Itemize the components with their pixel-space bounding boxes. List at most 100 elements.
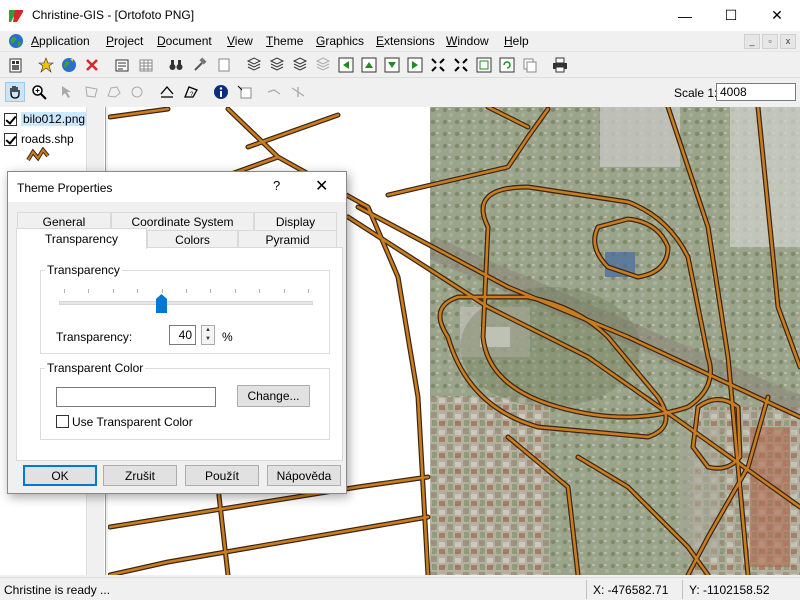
use-transparent-color-label: Use Transparent Color <box>72 415 193 429</box>
delete-theme-button[interactable] <box>82 55 102 75</box>
draw-line-button[interactable] <box>288 82 308 102</box>
zoom-tool-button[interactable] <box>29 82 49 102</box>
move-right-button[interactable] <box>405 55 425 75</box>
transparency-spinner[interactable]: ▲ ▼ <box>201 325 215 345</box>
slider-tick <box>137 289 139 293</box>
zoom-extent-button[interactable] <box>451 55 471 75</box>
menu-view[interactable]: View <box>227 34 253 48</box>
slider-tick <box>308 289 309 293</box>
refresh-button[interactable] <box>497 55 517 75</box>
label-button[interactable] <box>234 82 254 102</box>
apply-button[interactable]: Použít <box>185 465 259 486</box>
print-button[interactable] <box>550 55 570 75</box>
theme-properties-button[interactable] <box>112 55 132 75</box>
layer-visibility-checkbox[interactable] <box>4 112 17 126</box>
move-down-button[interactable] <box>382 55 402 75</box>
menu-bar: Application Project Document View Theme … <box>0 31 800 52</box>
add-theme-button[interactable] <box>36 55 56 75</box>
zoom-layer-button[interactable] <box>474 55 494 75</box>
tab-label: Colors <box>175 233 210 247</box>
globe-icon[interactable] <box>8 33 24 49</box>
menu-window[interactable]: Window <box>446 34 489 48</box>
tab-transparency[interactable]: Transparency <box>16 228 147 249</box>
tab-label: Coordinate System <box>131 215 234 229</box>
select-arrow-icon <box>62 86 71 98</box>
layout-button-3[interactable] <box>290 55 310 75</box>
theme-properties-dialog: Theme Properties ? ✕ General Coordinate … <box>7 171 347 494</box>
menu-project[interactable]: Project <box>106 34 143 48</box>
tab-label: Display <box>275 215 316 229</box>
mdi-restore-button[interactable]: ▫ <box>762 34 778 49</box>
cancel-button[interactable]: Zrušit <box>103 465 177 486</box>
transparency-value-input[interactable]: 40 <box>169 325 196 345</box>
help-button[interactable]: ? <box>273 178 280 193</box>
arrows-out-icon <box>454 58 468 72</box>
select-circle-button[interactable] <box>127 82 147 102</box>
slider-tick <box>186 289 187 293</box>
find-button[interactable] <box>166 55 186 75</box>
transparent-color-field[interactable] <box>56 387 216 407</box>
menu-theme[interactable]: Theme <box>266 34 303 48</box>
hammer-icon <box>194 57 207 71</box>
slider-tick <box>210 289 212 293</box>
area-button[interactable]: ? <box>181 82 201 102</box>
status-y-coordinate: Y: -1102158.52 <box>689 583 770 597</box>
menu-extensions[interactable]: Extensions <box>376 34 435 48</box>
layer-visibility-checkbox[interactable] <box>4 132 17 146</box>
identify-button[interactable] <box>211 82 231 102</box>
mdi-close-button[interactable]: x <box>780 34 796 49</box>
menu-application[interactable]: Application <box>31 34 90 48</box>
attribute-table-button[interactable] <box>136 55 156 75</box>
transparency-slider-thumb[interactable] <box>155 294 167 313</box>
slider-tick <box>161 289 163 293</box>
layer-item-roads[interactable]: roads.shp <box>4 130 74 148</box>
ok-button[interactable]: OK <box>23 465 97 486</box>
help-dialog-button[interactable]: Nápověda <box>267 465 341 486</box>
menu-help[interactable]: Help <box>504 34 529 48</box>
use-transparent-color-checkbox[interactable] <box>56 415 69 428</box>
layout-button-4[interactable] <box>313 55 333 75</box>
clear-selection-button[interactable] <box>214 55 234 75</box>
scale-input[interactable] <box>716 83 796 101</box>
change-color-button[interactable]: Change... <box>237 385 310 407</box>
table-icon <box>139 59 153 72</box>
select-rect-button[interactable] <box>81 82 101 102</box>
menu-document[interactable]: Document <box>157 34 212 48</box>
main-toolbar <box>0 52 800 78</box>
layout-button-1[interactable] <box>244 55 264 75</box>
transparency-slider-track[interactable] <box>59 301 313 305</box>
button-label: Nápověda <box>276 468 332 483</box>
edit-vertex-button[interactable] <box>264 82 284 102</box>
maximize-button[interactable]: ☐ <box>708 0 754 31</box>
web-globe-icon <box>62 58 76 72</box>
spin-up-icon[interactable]: ▲ <box>202 326 214 335</box>
close-button[interactable]: ✕ <box>754 0 800 31</box>
new-project-button[interactable] <box>6 55 26 75</box>
move-up-button[interactable] <box>359 55 379 75</box>
spin-down-icon[interactable]: ▼ <box>202 335 214 344</box>
button-label: Zrušit <box>125 468 155 483</box>
pan-tool-button[interactable] <box>5 82 25 102</box>
query-builder-button[interactable] <box>190 55 210 75</box>
layer-item-bilo012[interactable]: bilo012.png <box>4 110 88 128</box>
tab-display[interactable]: Display <box>254 212 337 231</box>
arrow-left-icon <box>338 57 354 73</box>
select-circle-icon <box>131 86 143 98</box>
hand-icon <box>10 86 20 99</box>
measure-button[interactable] <box>157 82 177 102</box>
arrow-down-icon <box>384 57 400 73</box>
menu-graphics[interactable]: Graphics <box>316 34 364 48</box>
select-tool-button[interactable] <box>58 82 78 102</box>
percent-label: % <box>222 330 233 344</box>
copy-map-button[interactable] <box>520 55 540 75</box>
zoom-in-full-button[interactable] <box>428 55 448 75</box>
move-left-button[interactable] <box>336 55 356 75</box>
select-poly-button[interactable] <box>104 82 124 102</box>
add-web-theme-button[interactable] <box>59 55 79 75</box>
minimize-button[interactable]: — <box>662 0 708 31</box>
area-icon: ? <box>184 86 198 98</box>
mdi-minimize-button[interactable]: _ <box>744 34 760 49</box>
dialog-close-button[interactable]: ✕ <box>315 176 328 196</box>
layout-button-2[interactable] <box>267 55 287 75</box>
status-separator <box>586 580 587 599</box>
